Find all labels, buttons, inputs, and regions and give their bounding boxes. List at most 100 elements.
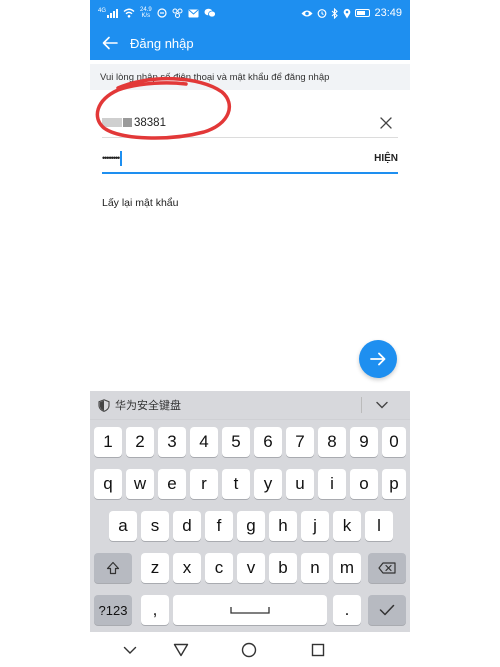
space-icon [230,607,270,614]
bluetooth-icon [332,7,339,19]
status-bar: 4G 24.9 K/s 23:49 [90,0,410,26]
nav-back-icon [173,643,189,657]
key-5[interactable]: 5 [222,427,250,457]
key-j[interactable]: j [301,511,329,541]
nav-collapse-button[interactable] [120,640,140,660]
key-4[interactable]: 4 [190,427,218,457]
eye-icon [301,10,313,16]
key-i[interactable]: i [318,469,346,499]
location-icon [344,8,351,18]
backspace-icon [378,562,396,574]
key-3[interactable]: 3 [158,427,186,457]
period-key[interactable]: . [333,595,361,625]
keyboard-row-bottom: z x c v b n m [90,553,410,583]
wifi-icon [123,8,135,18]
key-a[interactable]: a [109,511,137,541]
key-u[interactable]: u [286,469,314,499]
key-f[interactable]: f [205,511,233,541]
net-speed-unit: K/s [141,13,151,19]
keyboard-row-home: a s d f g h j k l [90,511,410,541]
key-c[interactable]: c [205,553,233,583]
forgot-password-link[interactable]: Lấy lại mật khẩu [102,197,178,209]
messenger-icon [172,8,183,18]
shift-icon [106,561,120,575]
key-d[interactable]: d [173,511,201,541]
collapse-keyboard-button[interactable] [362,391,402,420]
key-8[interactable]: 8 [318,427,346,457]
key-g[interactable]: g [237,511,265,541]
submit-login-button[interactable] [359,340,397,378]
masked-digits [123,118,132,127]
key-v[interactable]: v [237,553,265,583]
key-n[interactable]: n [301,553,329,583]
password-field[interactable]: •••••••• HIỆN [102,144,398,174]
enter-key[interactable] [368,595,406,625]
chat-icon [204,8,216,18]
key-1[interactable]: 1 [94,427,122,457]
signal-icon: 4G [98,8,119,18]
arrow-left-icon [102,36,118,50]
key-7[interactable]: 7 [286,427,314,457]
shift-key[interactable] [94,553,132,583]
comma-key[interactable]: , [141,595,169,625]
key-r[interactable]: r [190,469,218,499]
key-k[interactable]: k [333,511,361,541]
key-b[interactable]: b [269,553,297,583]
key-2[interactable]: 2 [126,427,154,457]
arrow-right-icon [370,352,386,366]
nav-back-button[interactable] [171,640,191,660]
clear-phone-button[interactable] [374,111,398,135]
nav-collapse-icon [123,646,137,654]
status-time: 23:49 [374,7,402,19]
phone-number-value: 38381 [102,117,374,129]
key-w[interactable]: w [126,469,154,499]
secure-keyboard: 华为安全键盘 1 2 3 4 5 6 7 8 9 0 q w e r t y u… [90,391,410,632]
key-h[interactable]: h [269,511,297,541]
back-button[interactable] [90,26,130,60]
login-hint: Vui lòng nhập số điện thoại và mật khẩu … [90,64,410,90]
net-speed: 24.9 K/s [140,7,152,19]
nav-home-button[interactable] [239,640,259,660]
status-right: 23:49 [301,7,402,19]
mail-icon [188,9,199,17]
show-password-button[interactable]: HIỆN [374,153,398,164]
shield-icon [98,398,110,412]
keyboard-row-top: q w e r t y u i o p [90,469,410,499]
nav-recents-button[interactable] [308,640,328,660]
key-s[interactable]: s [141,511,169,541]
password-value: •••••••• [102,150,374,166]
nav-home-icon [241,642,257,658]
key-0[interactable]: 0 [382,427,406,457]
key-y[interactable]: y [254,469,282,499]
key-x[interactable]: x [173,553,201,583]
battery-icon [355,9,371,17]
keyboard-row-numbers: 1 2 3 4 5 6 7 8 9 0 [90,427,410,457]
symbols-key[interactable]: ?123 [94,595,132,625]
key-o[interactable]: o [350,469,378,499]
text-caret [120,150,122,166]
space-key[interactable] [173,595,327,625]
system-nav-bar [90,632,410,667]
keyboard-header: 华为安全键盘 [90,391,410,420]
phone-number-field[interactable]: 38381 [102,108,398,138]
key-p[interactable]: p [382,469,406,499]
carrier-label: 4G [98,8,107,14]
key-6[interactable]: 6 [254,427,282,457]
page-title: Đăng nhập [130,35,194,51]
notification-icon [157,8,167,18]
phone-visible-digits: 38381 [134,116,166,129]
nav-recents-icon [311,643,325,657]
keyboard-title: 华为安全键盘 [115,400,181,412]
key-9[interactable]: 9 [350,427,378,457]
phone-screen: 4G 24.9 K/s 23:49 Đăng nhập Vui lòng nhậ… [90,0,410,667]
close-icon [380,116,392,129]
app-bar: Đăng nhập [90,26,410,60]
key-e[interactable]: e [158,469,186,499]
key-m[interactable]: m [333,553,361,583]
keyboard-row-function: ?123 , . [90,595,410,625]
backspace-key[interactable] [368,553,406,583]
key-l[interactable]: l [365,511,393,541]
key-q[interactable]: q [94,469,122,499]
key-t[interactable]: t [222,469,250,499]
key-z[interactable]: z [141,553,169,583]
